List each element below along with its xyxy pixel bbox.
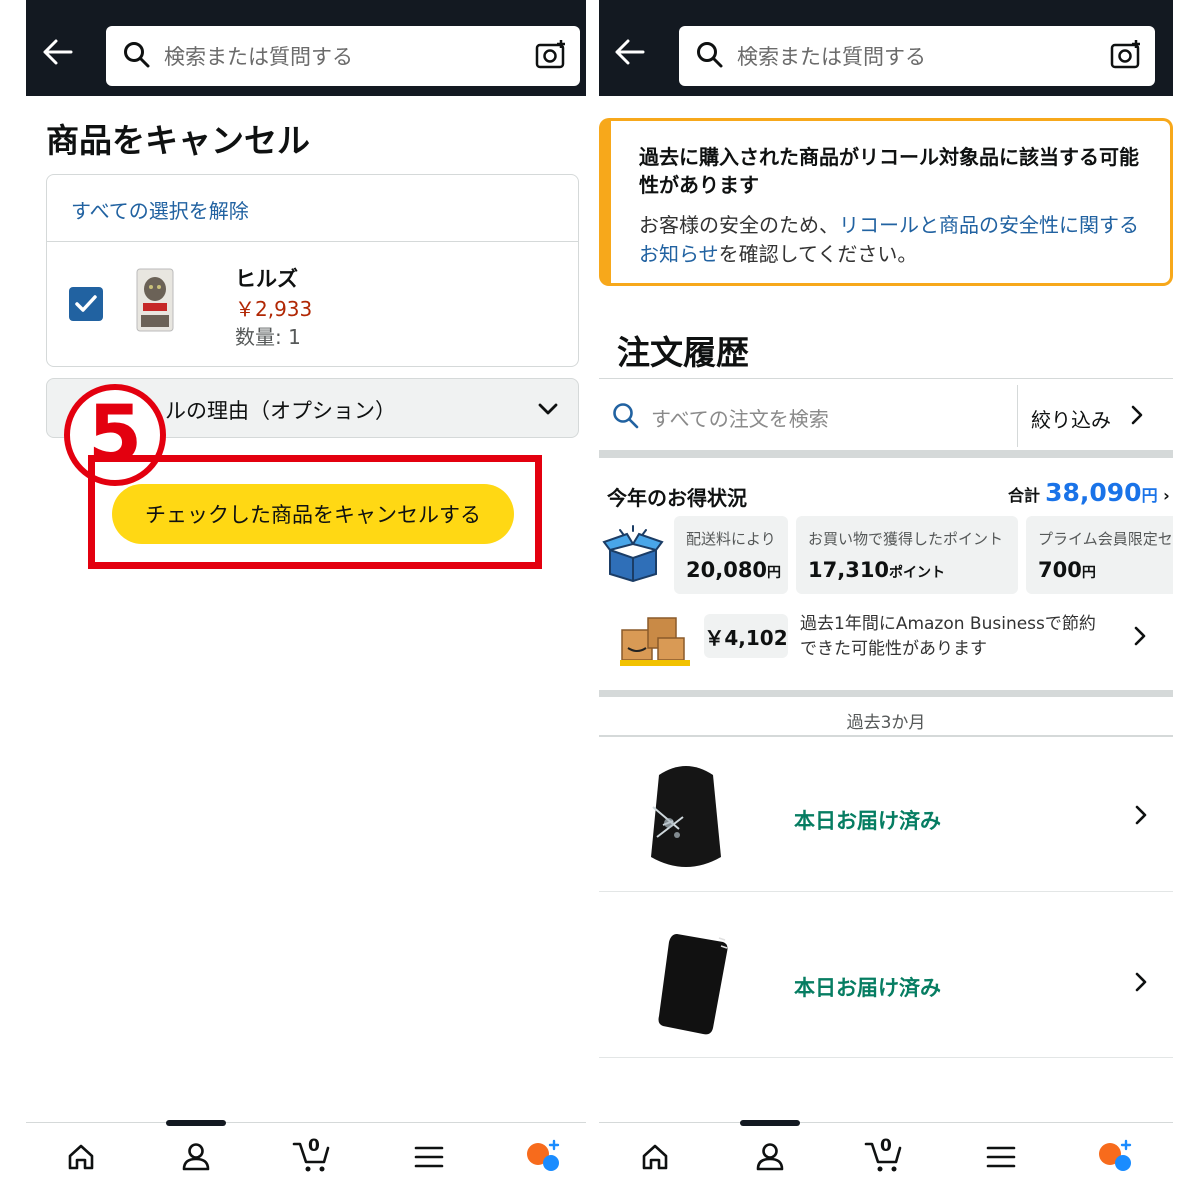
business-text-line2: できた可能性があります bbox=[800, 639, 987, 659]
period-label: 過去3か月 bbox=[846, 713, 926, 733]
backpack-cover-thumbnail bbox=[655, 928, 731, 1042]
cancel-checked-items-button[interactable]: チェックした商品をキャンセルする bbox=[112, 484, 514, 544]
search-box-left[interactable]: 検索または質問する bbox=[106, 26, 580, 86]
recall-heading: 過去に購入された商品がリコール対象品に該当する可能性があります bbox=[639, 145, 1139, 197]
stat-number: 17,310 bbox=[808, 558, 890, 582]
business-text-line1: 過去1年間にAmazon Businessで節約 bbox=[800, 614, 1096, 634]
cancel-reason-label: ルの理由（オプション） bbox=[165, 399, 396, 423]
nav-active-indicator bbox=[166, 1120, 226, 1126]
search-box-right[interactable]: 検索または質問する bbox=[679, 26, 1155, 86]
home-icon[interactable] bbox=[66, 1142, 96, 1176]
stat-unit: 円 bbox=[1081, 565, 1096, 581]
chevron-right-icon bbox=[1131, 803, 1151, 831]
item-quantity: 数量: 1 bbox=[235, 325, 301, 349]
section-separator bbox=[599, 690, 1173, 697]
stat-unit: 円 bbox=[767, 565, 782, 581]
stat-points: お買い物で獲得したポイント 17,310ポイント bbox=[796, 516, 1018, 594]
search-icon bbox=[611, 401, 641, 435]
stat-prime: プライム会員限定セ 700円 bbox=[1026, 516, 1173, 594]
camera-search-icon[interactable] bbox=[534, 38, 568, 76]
back-arrow-icon[interactable] bbox=[42, 38, 74, 70]
orders-search-input[interactable]: すべての注文を検索 bbox=[651, 403, 829, 432]
stat-number: 700 bbox=[1038, 558, 1082, 582]
savings-total-unit: 円 bbox=[1141, 486, 1158, 505]
account-icon[interactable] bbox=[754, 1140, 786, 1176]
page-title: 商品をキャンセル bbox=[46, 121, 310, 160]
open-box-icon bbox=[602, 524, 664, 586]
cart-count: 0 bbox=[880, 1136, 892, 1156]
divider bbox=[1017, 385, 1018, 447]
recall-body: お客様の安全のため、リコールと商品の安全性に関するお知らせを確認してください。 bbox=[639, 211, 1149, 269]
stat-label: お買い物で獲得したポイント bbox=[808, 530, 1004, 548]
nav-active-indicator bbox=[740, 1120, 800, 1126]
item-price: ￥2,933 bbox=[235, 297, 313, 321]
savings-total-value: 38,090 bbox=[1045, 478, 1142, 507]
rufus-assistant-icon[interactable] bbox=[1096, 1138, 1134, 1178]
search-input[interactable]: 検索または質問する bbox=[164, 41, 353, 71]
home-icon[interactable] bbox=[640, 1142, 670, 1176]
business-boxes-icon bbox=[618, 604, 694, 672]
filter-button[interactable]: 絞り込み bbox=[1031, 404, 1111, 433]
orders-title: 注文履歴 bbox=[617, 333, 749, 372]
chevron-right-icon bbox=[1131, 970, 1151, 998]
menu-icon[interactable] bbox=[986, 1144, 1016, 1174]
back-arrow-icon[interactable] bbox=[614, 38, 646, 70]
chevron-right-icon bbox=[1127, 403, 1147, 431]
stat-shipping: 配送料により 20,080円 bbox=[674, 516, 788, 594]
chevron-right-icon: › bbox=[1157, 486, 1170, 505]
chevron-down-icon bbox=[536, 397, 560, 425]
savings-title: 今年のお得状況 bbox=[607, 486, 747, 510]
savings-total[interactable]: 合計 38,090円 › bbox=[1008, 478, 1170, 507]
order-row[interactable]: 本日お届け済み bbox=[599, 737, 1173, 892]
rufus-assistant-icon[interactable] bbox=[524, 1138, 562, 1178]
stat-label: 配送料により bbox=[686, 530, 776, 548]
search-input[interactable]: 検索または質問する bbox=[737, 41, 926, 71]
section-separator bbox=[599, 450, 1173, 458]
search-icon bbox=[695, 40, 725, 74]
product-thumbnail bbox=[135, 267, 175, 333]
divider bbox=[47, 241, 578, 242]
order-status: 本日お届け済み bbox=[794, 809, 941, 833]
stat-value: 700円 bbox=[1038, 558, 1096, 582]
stat-unit: ポイント bbox=[889, 565, 946, 581]
order-row[interactable]: 本日お届け済み bbox=[599, 892, 1173, 1058]
business-amount-badge: ￥4,102 bbox=[704, 614, 788, 658]
recall-body-prefix: お客様の安全のため、 bbox=[639, 213, 839, 237]
stat-value: 17,310ポイント bbox=[808, 558, 945, 582]
deselect-all-link[interactable]: すべての選択を解除 bbox=[71, 195, 249, 224]
camera-search-icon[interactable] bbox=[1109, 38, 1143, 76]
search-icon bbox=[122, 40, 152, 74]
selected-items-card: すべての選択を解除 ヒルズ ￥2,933 数量: 1 bbox=[46, 174, 579, 367]
order-status: 本日お届け済み bbox=[794, 976, 941, 1000]
recall-alert: 過去に購入された商品がリコール対象品に該当する可能性があります お客様の安全のた… bbox=[599, 118, 1173, 286]
item-name: ヒルズ bbox=[235, 267, 298, 291]
backpack-cover-thumbnail bbox=[639, 757, 733, 879]
savings-total-label: 合計 bbox=[1008, 486, 1041, 505]
stat-label: プライム会員限定セ bbox=[1038, 530, 1173, 548]
chevron-right-icon[interactable] bbox=[1130, 624, 1150, 652]
checkmark-icon bbox=[75, 295, 97, 312]
account-icon[interactable] bbox=[180, 1140, 212, 1176]
stat-number: 20,080 bbox=[686, 558, 768, 582]
recall-body-suffix: を確認してください。 bbox=[718, 242, 918, 266]
cart-count: 0 bbox=[308, 1136, 320, 1156]
business-savings-text[interactable]: 過去1年間にAmazon Businessで節約 できた可能性があります bbox=[800, 612, 1096, 662]
orders-search-bar: すべての注文を検索 絞り込み bbox=[599, 378, 1173, 452]
menu-icon[interactable] bbox=[414, 1144, 444, 1174]
stat-value: 20,080円 bbox=[686, 558, 781, 582]
item-checkbox[interactable] bbox=[69, 287, 103, 321]
